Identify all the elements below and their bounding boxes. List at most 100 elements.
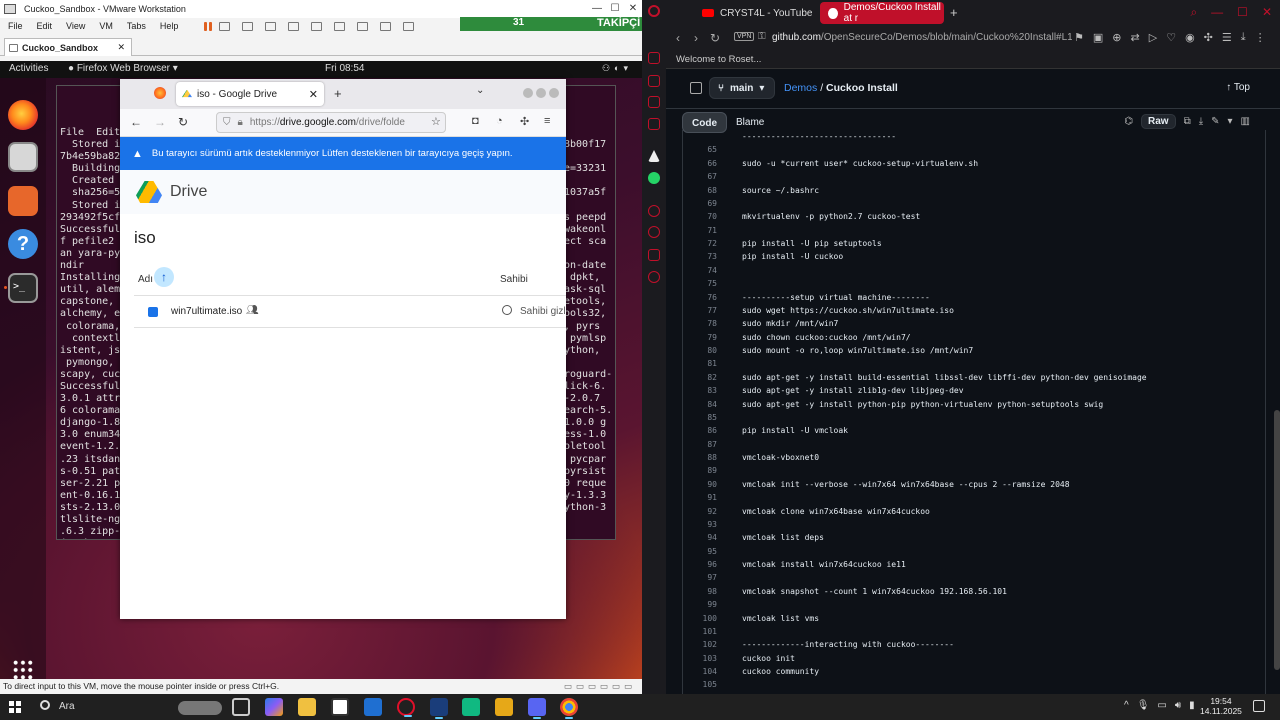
menu-file[interactable]: File bbox=[8, 21, 23, 31]
code-line[interactable]: 96 vmcloak install win7x64cuckoo ie11 bbox=[683, 558, 1265, 571]
new-tab-icon[interactable]: + bbox=[334, 86, 342, 101]
close-icon[interactable] bbox=[549, 88, 559, 98]
code-line[interactable]: 68 source ~/.bashrc bbox=[683, 184, 1265, 197]
tab-close-icon[interactable]: ✕ bbox=[309, 88, 318, 101]
site-info-icon[interactable]: ⚿ bbox=[758, 31, 766, 42]
line-number[interactable]: 105 bbox=[683, 678, 717, 691]
code-line[interactable]: 83 sudo apt-get -y install zlib1g-dev lib… bbox=[683, 384, 1265, 397]
search-tabs-icon[interactable]: ⌕ bbox=[1190, 5, 1197, 20]
back-icon[interactable]: ‹ bbox=[676, 31, 680, 45]
file-name[interactable]: win7ultimate.iso bbox=[171, 306, 242, 317]
line-number[interactable]: 103 bbox=[683, 652, 717, 665]
console-view-icon[interactable] bbox=[403, 21, 415, 31]
address-bar[interactable]: github.com/OpenSecureCo/Demos/blob/main/… bbox=[772, 32, 1072, 43]
start-icon[interactable] bbox=[9, 701, 21, 713]
line-number[interactable]: 82 bbox=[683, 371, 717, 384]
task-view-icon[interactable] bbox=[232, 698, 250, 716]
code-line[interactable]: 104 cuckoo community bbox=[683, 665, 1265, 678]
forward-icon[interactable]: → bbox=[154, 115, 166, 129]
lock-icon[interactable]: 🔒︎ bbox=[238, 117, 243, 128]
device-status-icons[interactable]: ▭▭▭▭▭▭ bbox=[564, 679, 636, 694]
column-owner[interactable]: Sahibi bbox=[500, 274, 528, 285]
line-number[interactable]: 74 bbox=[683, 264, 717, 277]
column-name[interactable]: Adı bbox=[138, 274, 153, 285]
code-line[interactable]: -------------------------------- bbox=[683, 130, 1265, 143]
edit-icon[interactable]: ✎ bbox=[1211, 116, 1219, 127]
taskbar-clock[interactable]: 19:54 14.11.2025 bbox=[1200, 696, 1242, 716]
code-line[interactable]: 87 bbox=[683, 438, 1265, 451]
software-store-icon[interactable] bbox=[8, 186, 38, 216]
easy-setup-icon[interactable]: ☰ bbox=[1222, 31, 1232, 44]
line-number[interactable]: 98 bbox=[683, 585, 717, 598]
code-line[interactable]: 81 bbox=[683, 357, 1265, 370]
raw-button[interactable]: Raw bbox=[1141, 114, 1176, 129]
revert-snapshot-icon[interactable] bbox=[265, 21, 277, 31]
window-controls[interactable] bbox=[523, 88, 559, 98]
breadcrumb-repo[interactable]: Demos bbox=[784, 82, 817, 94]
line-number[interactable]: 66 bbox=[683, 157, 717, 170]
search-highlight-icon[interactable] bbox=[178, 701, 222, 715]
code-line[interactable]: 65 bbox=[683, 143, 1265, 156]
history-icon[interactable] bbox=[648, 226, 660, 238]
files-icon[interactable] bbox=[8, 142, 38, 172]
code-line[interactable]: 103 cuckoo init bbox=[683, 652, 1265, 665]
line-number[interactable]: 85 bbox=[683, 411, 717, 424]
line-number[interactable]: 101 bbox=[683, 625, 717, 638]
code-line[interactable]: 95 bbox=[683, 545, 1265, 558]
shortcut-icon[interactable] bbox=[648, 150, 660, 162]
account-icon[interactable]: ◔ bbox=[496, 115, 503, 127]
line-number[interactable]: 97 bbox=[683, 571, 717, 584]
branch-selector[interactable]: ⑂ main ▾ bbox=[709, 77, 775, 99]
line-number[interactable]: 94 bbox=[683, 531, 717, 544]
tab-youtube[interactable]: CRYST4L - YouTube bbox=[694, 2, 818, 24]
menu-tabs[interactable]: Tabs bbox=[127, 21, 146, 31]
file-explorer-icon[interactable] bbox=[298, 698, 316, 716]
code-line[interactable]: 79 sudo chown cuckoo:cuckoo /mnt/win7/ bbox=[683, 331, 1265, 344]
line-number[interactable]: 80 bbox=[683, 344, 717, 357]
code-line[interactable]: 76 ----------setup virtual machine-------… bbox=[683, 291, 1265, 304]
opera-logo-icon[interactable] bbox=[648, 5, 660, 17]
file-row[interactable]: win7ultimate.iso 👥︎ Sahibi gizli bbox=[134, 296, 566, 328]
store-icon[interactable] bbox=[331, 698, 349, 716]
app-menu[interactable]: ● Firefox Web Browser ▾ bbox=[68, 63, 178, 74]
line-number[interactable]: 67 bbox=[683, 170, 717, 183]
tracking-shield-icon[interactable]: ⛉ bbox=[223, 117, 231, 128]
code-line[interactable]: 89 bbox=[683, 464, 1265, 477]
heart-icon[interactable]: ♡ bbox=[1166, 31, 1176, 44]
player-icon[interactable] bbox=[648, 96, 660, 108]
list-tabs-icon[interactable]: ⌄ bbox=[476, 85, 484, 96]
code-line[interactable]: 101 bbox=[683, 625, 1265, 638]
back-icon[interactable]: ← bbox=[130, 115, 142, 129]
line-number[interactable]: 95 bbox=[683, 545, 717, 558]
code-line[interactable]: 98 vmcloak snapshot --count 1 win7x64cuck… bbox=[683, 585, 1265, 598]
page-scrollbar[interactable] bbox=[1274, 410, 1280, 670]
code-line[interactable]: 100 vmcloak list vms bbox=[683, 612, 1265, 625]
code-line[interactable]: 77 sudo wget https://cuckoo.sh/win7ultima… bbox=[683, 304, 1265, 317]
code-line[interactable]: 78 sudo mkdir /mnt/win7 bbox=[683, 317, 1265, 330]
snapshot-manager-icon[interactable] bbox=[288, 21, 300, 31]
minimize-icon[interactable]: — bbox=[1211, 5, 1223, 20]
battery-icon[interactable]: ▮ bbox=[1189, 700, 1195, 711]
line-number[interactable]: 78 bbox=[683, 317, 717, 330]
line-number[interactable]: 96 bbox=[683, 558, 717, 571]
line-number[interactable]: 70 bbox=[683, 210, 717, 223]
pin-icon[interactable]: ⊕ bbox=[1112, 31, 1121, 44]
line-number[interactable]: 68 bbox=[683, 184, 717, 197]
show-hidden-icons[interactable]: ^ bbox=[1124, 700, 1129, 711]
gnome-clock[interactable]: Fri 08:54 bbox=[325, 63, 364, 74]
code-line[interactable]: 86 pip install -U vmcloak bbox=[683, 424, 1265, 437]
code-line[interactable]: 73 pip install -U cuckoo bbox=[683, 250, 1265, 263]
app-icon[interactable] bbox=[462, 698, 480, 716]
volume-icon[interactable]: 🔊︎ bbox=[1175, 700, 1181, 711]
code-line[interactable]: 69 bbox=[683, 197, 1265, 210]
line-number[interactable]: 88 bbox=[683, 451, 717, 464]
copy-icon[interactable]: ⧉ bbox=[1184, 116, 1191, 127]
minimize-icon[interactable] bbox=[523, 88, 533, 98]
vpn-badge[interactable]: VPN bbox=[734, 32, 755, 41]
code-line[interactable]: 67 bbox=[683, 170, 1265, 183]
maximize-icon[interactable]: ☐ bbox=[1237, 5, 1248, 20]
settings-icon[interactable] bbox=[648, 271, 660, 283]
line-number[interactable]: 84 bbox=[683, 398, 717, 411]
code-line[interactable]: 72 pip install -U pip setuptools bbox=[683, 237, 1265, 250]
code-line[interactable]: 90 vmcloak init --verbose --win7x64 win7x… bbox=[683, 478, 1265, 491]
